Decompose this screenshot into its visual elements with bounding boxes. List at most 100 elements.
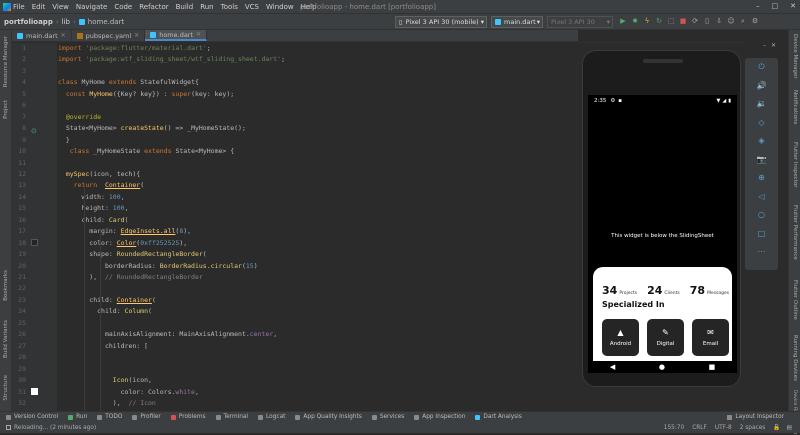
tool-flutter-outline[interactable]: Flutter Outline [792, 280, 798, 320]
overview-icon[interactable]: □ [745, 225, 778, 244]
memory-indicator-icon[interactable]: ▤ [787, 425, 792, 431]
menu-run[interactable]: Run [200, 3, 213, 11]
breadcrumb-file[interactable]: home.dart [88, 18, 124, 26]
rotate-left-icon[interactable]: ◇ [745, 114, 778, 133]
color-swatch-icon[interactable] [31, 239, 38, 246]
stop-icon[interactable]: ■ [679, 17, 687, 26]
code-line[interactable]: 13 return Container( [12, 180, 572, 191]
close-icon[interactable]: ✕ [790, 2, 796, 10]
code-line[interactable]: 25 [12, 318, 572, 329]
indent-setting[interactable]: 2 spaces [740, 425, 766, 431]
tool-flutter-inspector[interactable]: Flutter Inspector [792, 142, 798, 188]
code-line[interactable]: 7 @override [12, 112, 572, 123]
code-line[interactable]: 12 mySpec(icon, tech){ [12, 169, 572, 180]
screenshot-icon[interactable]: 📷 [745, 151, 778, 170]
close-tab-icon[interactable]: ✕ [61, 32, 66, 39]
tab-pubspec-yaml[interactable]: pubspec.yaml ✕ [72, 30, 146, 41]
avd-selector[interactable]: Pixel 3 API 30 ▾ [547, 16, 613, 28]
home-icon[interactable]: ● [659, 363, 665, 371]
tool-logcat[interactable]: Logcat [258, 414, 285, 420]
sdk-manager-icon[interactable]: ⇩ [715, 17, 723, 26]
code-line[interactable]: 6 [12, 100, 572, 111]
tab-main-dart[interactable]: main.dart ✕ [12, 30, 72, 41]
tool-app-inspection[interactable]: App Inspection [414, 414, 465, 420]
code-editor[interactable]: 1 import 'package:flutter/material.dart';… [12, 43, 578, 411]
menu-refactor[interactable]: Refactor [139, 3, 168, 11]
tool-bookmarks[interactable]: Bookmarks [3, 270, 9, 301]
code-line[interactable]: 32 ), // Icon [12, 398, 572, 409]
code-line[interactable]: 5 const MyHome({Key? key}) : super(key: … [12, 89, 572, 100]
code-line[interactable]: 18 color: Color(0xff252525), [12, 238, 572, 249]
minimize-icon[interactable]: – [756, 2, 760, 10]
layout-inspector-button[interactable]: Layout Inspector [727, 414, 784, 420]
code-line[interactable]: 1 import 'package:flutter/material.dart'; [12, 43, 572, 54]
code-line[interactable]: 10 class _MyHomeState extends State<MyHo… [12, 146, 572, 157]
code-line[interactable]: 2 import 'package:wtf_sliding_sheet/wtf_s… [12, 54, 572, 65]
code-line[interactable]: 31 color: Colors.white, [12, 387, 572, 398]
code-line[interactable]: 3 [12, 66, 572, 77]
lock-icon[interactable]: 🔓 [773, 425, 780, 431]
code-line[interactable]: 17 margin: EdgeInsets.all(8), [12, 226, 572, 237]
breadcrumb-project[interactable]: portfolioapp [4, 18, 53, 26]
menu-tools[interactable]: Tools [221, 3, 238, 11]
code-line[interactable]: 27 children: [ [12, 341, 572, 352]
tool-flutter-performance[interactable]: Flutter Performance [792, 205, 798, 260]
code-line[interactable]: 8 State<MyHome> createState() => _MyHome… [12, 123, 572, 134]
tool-build-variants[interactable]: Build Variants [3, 320, 9, 358]
code-line[interactable]: 29 [12, 364, 572, 375]
menu-window[interactable]: Window [266, 3, 294, 11]
minimize-icon[interactable]: – [763, 42, 766, 52]
code-line[interactable]: 14 width: 100, [12, 192, 572, 203]
hot-restart-icon[interactable]: ↻ [655, 17, 663, 26]
tool-project[interactable]: Project [3, 100, 9, 119]
file-encoding[interactable]: UTF-8 [715, 425, 732, 431]
code-line[interactable]: 20 borderRadius: BorderRadius.circular(1… [12, 261, 572, 272]
tool-dart-analysis[interactable]: Dart Analysis [475, 414, 522, 420]
menu-edit[interactable]: Edit [32, 3, 46, 11]
hot-reload-icon[interactable]: ϟ [643, 17, 651, 26]
device-manager-icon[interactable]: ▯ [703, 17, 711, 26]
volume-up-icon[interactable]: 🔊 [745, 77, 778, 96]
close-icon[interactable]: ✕ [771, 42, 776, 52]
menu-code[interactable]: Code [114, 3, 132, 11]
code-line[interactable]: 16 child: Card( [12, 215, 572, 226]
tool-running-devices[interactable]: Running Devices [792, 335, 798, 381]
recents-icon[interactable]: ■ [709, 363, 716, 371]
sync-icon[interactable]: ⟳ [691, 17, 699, 26]
code-line[interactable]: 15 height: 100, [12, 203, 572, 214]
line-separator[interactable]: CRLF [692, 425, 707, 431]
run-icon[interactable]: ▶ [619, 17, 627, 26]
code-line[interactable]: 21 ), // RoundedRectangleBorder [12, 272, 572, 283]
tool-resource-manager[interactable]: Resource Manager [3, 36, 9, 87]
code-line[interactable]: 11 [12, 158, 572, 169]
card-email[interactable]: ✉ Email [692, 319, 729, 356]
tool-todo[interactable]: TODO [97, 414, 122, 420]
volume-down-icon[interactable]: 🔉 [745, 95, 778, 114]
tool-terminal[interactable]: Terminal [215, 414, 248, 420]
menu-navigate[interactable]: Navigate [76, 3, 107, 11]
tool-structure[interactable]: Structure [3, 375, 9, 401]
more-icon[interactable]: ⋯ [745, 243, 778, 262]
zoom-icon[interactable]: ⊕ [745, 169, 778, 188]
sliding-sheet[interactable]: 34 Projects 24 Clients 78 Messages Speciali… [593, 267, 732, 373]
menu-file[interactable]: File [13, 3, 25, 11]
run-config-selector[interactable]: main.dart ▾ [491, 16, 543, 28]
attach-icon[interactable]: ⬚ [667, 17, 675, 26]
close-tab-icon[interactable]: ✕ [196, 31, 201, 38]
search-icon[interactable]: ⌕ [739, 17, 747, 26]
tool-run[interactable]: Run [68, 414, 87, 420]
tool-problems[interactable]: Problems [170, 414, 206, 420]
code-line[interactable]: 22 [12, 283, 572, 294]
color-swatch-white-icon[interactable] [31, 388, 38, 395]
tool-app-quality-insights[interactable]: App Quality Insights [295, 414, 362, 420]
card-android[interactable]: ▲ Android [602, 319, 639, 356]
code-line[interactable]: 9 } [12, 135, 572, 146]
code-line[interactable]: 26 mainAxisAlignment: MainAxisAlignment.… [12, 329, 572, 340]
menu-vcs[interactable]: VCS [245, 3, 259, 11]
tab-home-dart[interactable]: home.dart ✕ [145, 30, 208, 41]
caret-position[interactable]: 155:70 [664, 425, 684, 431]
back-icon[interactable]: ◁ [745, 188, 778, 207]
menu-build[interactable]: Build [176, 3, 194, 11]
override-marker-icon[interactable]: ⊙ [31, 127, 38, 135]
code-line[interactable]: 24 child: Column( [12, 306, 572, 317]
